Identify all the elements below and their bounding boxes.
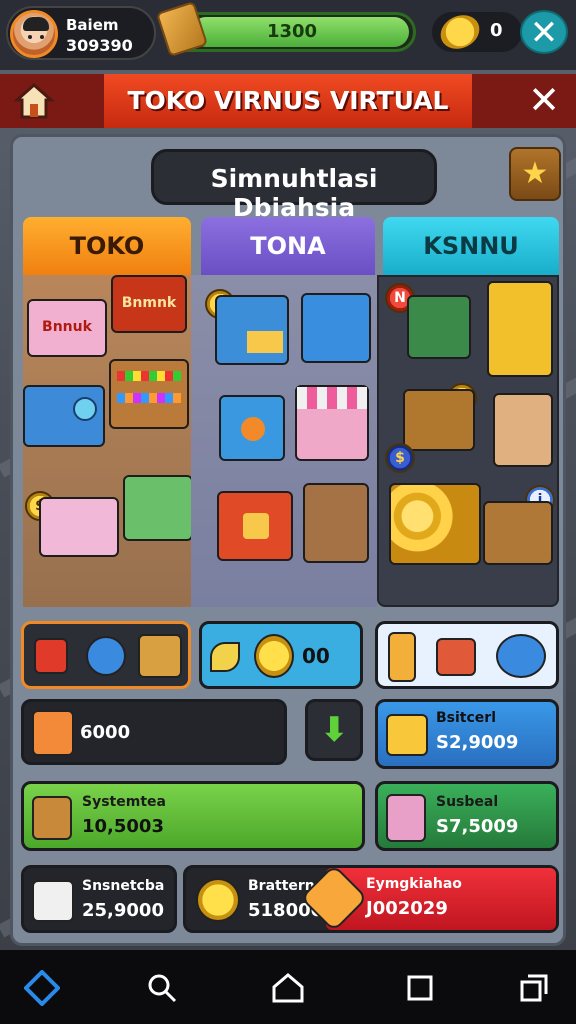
blue-stall-item[interactable] [301, 293, 371, 363]
red-machine-item[interactable] [217, 491, 293, 561]
dice-value: 25,9000 [82, 900, 164, 921]
home-icon[interactable] [14, 82, 54, 120]
toko-item-area: Bnnuk Bnmnk $ [23, 275, 193, 607]
product-price: S2,9009 [436, 732, 519, 753]
leaf-icon [210, 642, 240, 672]
tona-item-area: $ [191, 275, 377, 607]
mascot-icon [496, 634, 546, 678]
player-profile[interactable]: Baiem 309390 [6, 6, 156, 60]
pink-shop-item[interactable] [295, 385, 369, 461]
pattern-card[interactable]: Brattern 5180001 Eymgkiahao J002029 [183, 864, 559, 933]
register-machine-item[interactable] [215, 295, 289, 365]
close-icon[interactable]: ✕ [522, 78, 566, 122]
blue-kiosk-item[interactable] [219, 395, 285, 461]
shop-panel: Simnuhtlasi Dbiahsia ★ TOKO TONA KSNNU B… [10, 134, 566, 946]
dollar-badge-icon: $ [385, 443, 415, 473]
product-label: Susbeal [436, 794, 499, 810]
snack-box-item[interactable] [487, 281, 553, 377]
split-screen-icon[interactable] [512, 966, 556, 1010]
gold-coin-icon [254, 634, 294, 678]
cart-icon [436, 638, 476, 676]
lc-badge-icon [300, 864, 368, 932]
cheese-box-icon [386, 714, 428, 756]
wooden-counter-item[interactable] [483, 501, 553, 565]
gold-coin-icon [196, 878, 240, 922]
dice-label: Snsnetcba [82, 878, 165, 894]
van-item[interactable] [39, 497, 119, 557]
candy-stand-item[interactable] [493, 393, 553, 467]
shelf-item[interactable] [109, 359, 189, 429]
wooden-fence-item[interactable] [303, 483, 369, 563]
app-diamond-icon[interactable] [20, 966, 64, 1010]
close-button[interactable]: ✕ [520, 10, 568, 54]
system-label: Systemtea [82, 794, 166, 810]
supplies-card[interactable] [375, 621, 559, 689]
avatar[interactable] [10, 10, 58, 58]
recents-icon[interactable] [398, 966, 442, 1010]
coin-offer-card[interactable]: 00 [199, 621, 363, 689]
bottle-icon [388, 632, 416, 682]
offer-value: J002029 [366, 898, 448, 919]
shop-sign-item[interactable]: Bnnuk [27, 299, 107, 357]
player-name: Baiem [66, 16, 119, 34]
coin-offer-value: 00 [302, 644, 330, 668]
home-icon[interactable] [266, 966, 310, 1010]
store-title: TOKO VIRNUS VIRTUAL [127, 86, 449, 115]
consumables-card[interactable] [21, 621, 191, 689]
coin-icon [435, 9, 485, 55]
coin-counter[interactable]: 0 [432, 9, 522, 55]
system-value: 10,5003 [82, 816, 164, 837]
product-card-blue[interactable]: Bsitcerl S2,9009 [375, 699, 559, 769]
search-icon[interactable] [140, 966, 184, 1010]
coin-value: 0 [490, 20, 503, 41]
stock-card[interactable]: 6000 [21, 699, 287, 765]
tab-ksnnu[interactable]: KSNNU [383, 217, 559, 275]
red-offer[interactable]: Eymgkiahao J002029 [300, 864, 556, 932]
upgrade-arrow-button[interactable]: ⬇ [305, 699, 363, 761]
arrow-down-icon: ⬇ [320, 710, 349, 750]
book-icon [34, 638, 68, 674]
resource-value: 1300 [266, 21, 318, 42]
offer-label: Eymgkiahao [366, 876, 462, 892]
tab-toko[interactable]: TOKO [23, 217, 191, 275]
dice-icon [32, 880, 74, 922]
crate-icon [32, 796, 72, 840]
resource-bar: 1300 [168, 12, 416, 52]
building-icon [32, 710, 74, 756]
cashier-desk-item[interactable] [403, 389, 475, 451]
cart-item[interactable] [407, 295, 471, 359]
box-icon [138, 634, 182, 678]
stock-value: 6000 [80, 722, 131, 743]
subtitle-box: Simnuhtlasi Dbiahsia [151, 149, 437, 222]
favorite-star-button[interactable]: ★ [509, 147, 561, 201]
panel-subtitle: Simnuhtlasi Dbiahsia [210, 164, 378, 222]
title-bar: TOKO VIRNUS VIRTUAL ✕ [0, 74, 576, 128]
top-status-bar: Baiem 309390 1300 0 ✕ [0, 0, 576, 70]
ksnnu-item-area: N $ $ i [377, 275, 559, 607]
product-label: Bsitcerl [436, 710, 496, 726]
tab-tona[interactable]: TONA [201, 217, 375, 275]
shopping-cart-item[interactable] [123, 475, 193, 541]
system-nav-bar [0, 950, 576, 1024]
shop-building-icon [386, 794, 426, 842]
dice-card[interactable]: Snsnetcba 25,9000 [21, 865, 177, 933]
player-id: 309390 [66, 36, 133, 55]
system-card-green[interactable]: Systemtea 10,5003 [21, 781, 365, 851]
heart-icon [86, 636, 126, 676]
product-card-green[interactable]: Susbeal S7,5009 [375, 781, 559, 851]
delivery-truck-item[interactable] [23, 385, 105, 447]
shop-sign-item[interactable]: Bnmnk [111, 275, 187, 333]
product-price: S7,5009 [436, 816, 519, 837]
gold-coins-item[interactable] [389, 483, 481, 565]
